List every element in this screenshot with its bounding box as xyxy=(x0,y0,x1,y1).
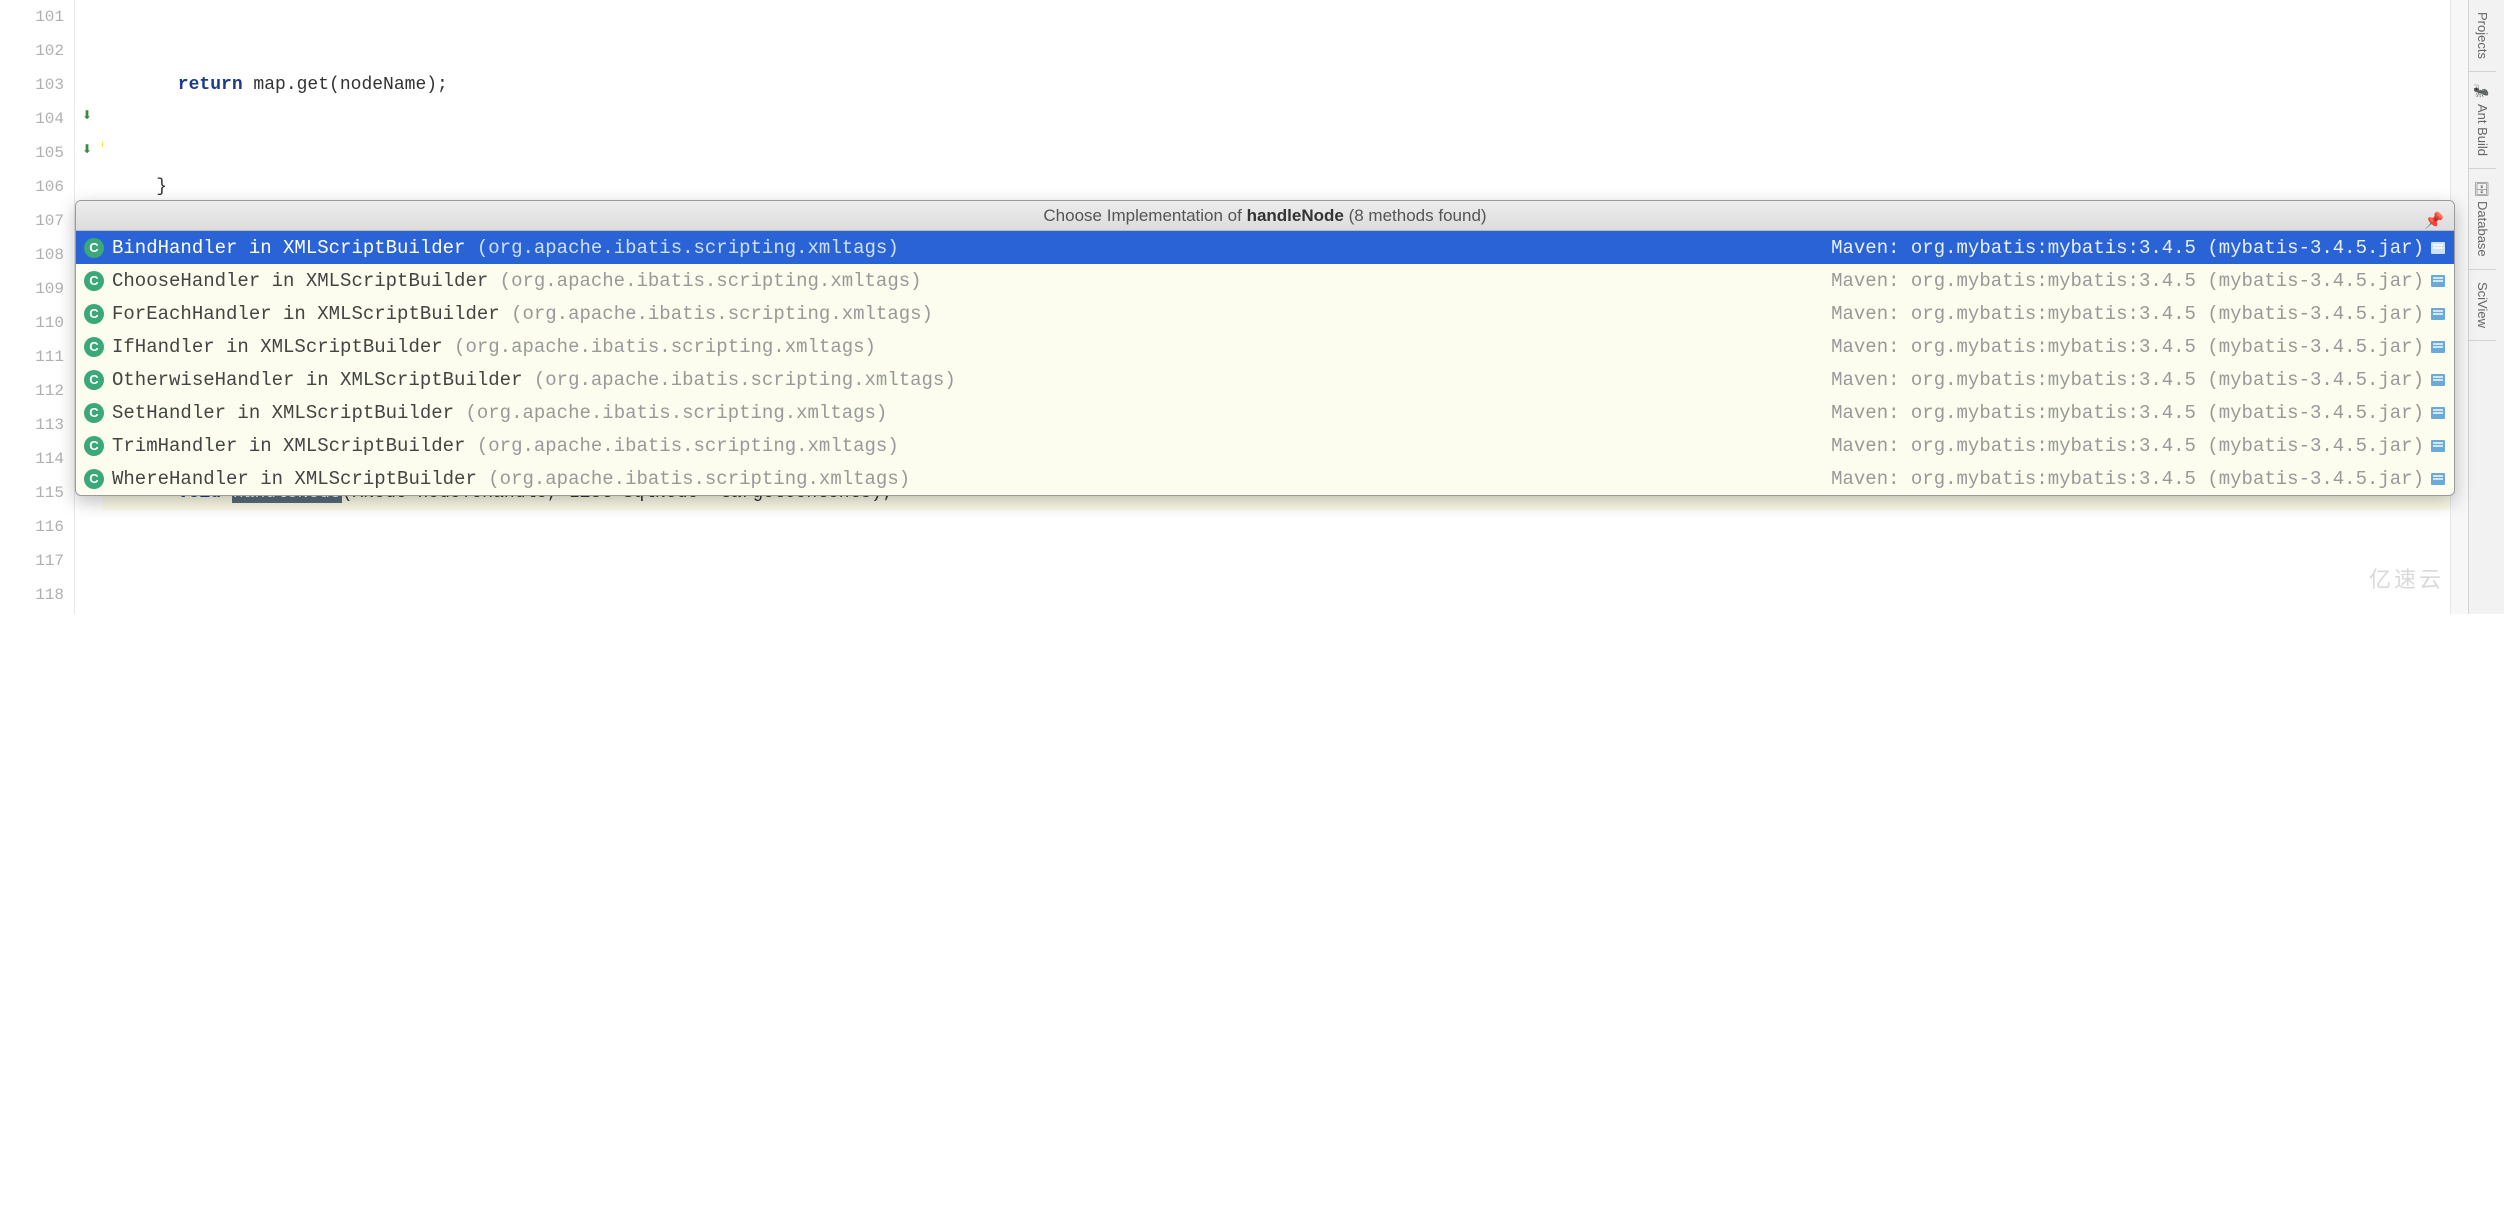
line-number: 115 xyxy=(0,476,64,510)
database-icon: 🗄 xyxy=(2475,181,2490,198)
line-number: 112 xyxy=(0,374,64,408)
tool-sciview[interactable]: SciView xyxy=(2469,270,2496,341)
implementation-package: (org.apache.ibatis.scripting.xmltags) xyxy=(465,435,898,457)
ant-icon: 🐜 xyxy=(2475,84,2490,100)
class-icon: C xyxy=(84,370,104,390)
implementation-source: Maven: org.mybatis:mybatis:3.4.5 (mybati… xyxy=(1831,468,2424,490)
line-number: 109 xyxy=(0,272,64,306)
library-icon xyxy=(2430,273,2446,289)
code-line xyxy=(103,884,2504,918)
library-icon xyxy=(2430,471,2446,487)
implementation-item[interactable]: C ChooseHandler in XMLScriptBuilder (org.… xyxy=(76,264,2454,297)
code-line xyxy=(103,1088,2504,1122)
line-number: 103 xyxy=(0,68,64,102)
library-icon xyxy=(2430,240,2446,256)
implementation-class-name: OtherwiseHandler in XMLScriptBuilder xyxy=(112,369,522,391)
implementation-package: (org.apache.ibatis.scripting.xmltags) xyxy=(465,237,898,259)
implementation-class-name: ChooseHandler in XMLScriptBuilder xyxy=(112,270,488,292)
implementation-item[interactable]: C TrimHandler in XMLScriptBuilder (org.ap… xyxy=(76,429,2454,462)
class-icon: C xyxy=(84,403,104,423)
implementation-package: (org.apache.ibatis.scripting.xmltags) xyxy=(477,468,910,490)
line-number: 111 xyxy=(0,340,64,374)
implementation-class-name: IfHandler in XMLScriptBuilder xyxy=(112,336,443,358)
code-line xyxy=(103,578,2504,612)
implementation-source: Maven: org.mybatis:mybatis:3.4.5 (mybati… xyxy=(1831,402,2424,424)
line-number: 116 xyxy=(0,510,64,544)
line-number: 113 xyxy=(0,408,64,442)
line-number: 105 xyxy=(0,136,64,170)
code-line xyxy=(103,986,2504,1020)
implementation-item[interactable]: C BindHandler in XMLScriptBuilder (org.ap… xyxy=(76,231,2454,264)
implementation-package: (org.apache.ibatis.scripting.xmltags) xyxy=(443,336,876,358)
code-line xyxy=(103,680,2504,714)
class-icon: C xyxy=(84,436,104,456)
line-number: 117 xyxy=(0,544,64,578)
watermark: 亿速云 xyxy=(2369,562,2444,594)
implementation-package: (org.apache.ibatis.scripting.xmltags) xyxy=(454,402,887,424)
implementation-source: Maven: org.mybatis:mybatis:3.4.5 (mybati… xyxy=(1831,435,2424,457)
library-icon xyxy=(2430,306,2446,322)
implementation-class-name: SetHandler in XMLScriptBuilder xyxy=(112,402,454,424)
line-number: 104 xyxy=(0,102,64,136)
library-icon xyxy=(2430,339,2446,355)
tool-projects[interactable]: Projects xyxy=(2469,0,2496,72)
line-number-gutter: 101 102 103 104 105 106 107 108 109 110 … xyxy=(0,0,75,614)
line-number: 110 xyxy=(0,306,64,340)
implementation-item[interactable]: C ForEachHandler in XMLScriptBuilder (org… xyxy=(76,297,2454,330)
class-icon: C xyxy=(84,304,104,324)
class-icon: C xyxy=(84,469,104,489)
tool-database[interactable]: 🗄Database xyxy=(2469,169,2496,270)
implementation-item[interactable]: C IfHandler in XMLScriptBuilder (org.apac… xyxy=(76,330,2454,363)
line-number: 114 xyxy=(0,442,64,476)
implementation-item[interactable]: C OtherwiseHandler in XMLScriptBuilder (o… xyxy=(76,363,2454,396)
library-icon xyxy=(2430,372,2446,388)
implementation-class-name: WhereHandler in XMLScriptBuilder xyxy=(112,468,477,490)
implementation-list: C BindHandler in XMLScriptBuilder (org.ap… xyxy=(76,231,2454,495)
line-number: 106 xyxy=(0,170,64,204)
implementation-item[interactable]: C SetHandler in XMLScriptBuilder (org.apa… xyxy=(76,396,2454,429)
class-icon: C xyxy=(84,337,104,357)
implementation-package: (org.apache.ibatis.scripting.xmltags) xyxy=(522,369,955,391)
choose-implementation-popup: Choose Implementation of handleNode (8 m… xyxy=(75,200,2455,496)
tool-ant-build[interactable]: 🐜Ant Build xyxy=(2469,72,2496,169)
implementation-item[interactable]: C WhereHandler in XMLScriptBuilder (org.a… xyxy=(76,462,2454,495)
implementing-method-icon[interactable]: ⬇ xyxy=(78,142,96,158)
code-line: } xyxy=(103,170,2504,204)
popup-title-prefix: Choose Implementation of xyxy=(1043,206,1246,225)
implementation-source: Maven: org.mybatis:mybatis:3.4.5 (mybati… xyxy=(1831,237,2424,259)
pin-icon[interactable]: 📌 xyxy=(2424,207,2444,237)
line-number: 108 xyxy=(0,238,64,272)
class-icon: C xyxy=(84,238,104,258)
implementation-class-name: ForEachHandler in XMLScriptBuilder xyxy=(112,303,500,325)
code-line xyxy=(103,782,2504,816)
implementation-package: (org.apache.ibatis.scripting.xmltags) xyxy=(488,270,921,292)
code-line xyxy=(103,1190,2504,1224)
implementation-class-name: BindHandler in XMLScriptBuilder xyxy=(112,237,465,259)
implementation-class-name: TrimHandler in XMLScriptBuilder xyxy=(112,435,465,457)
implementation-source: Maven: org.mybatis:mybatis:3.4.5 (mybati… xyxy=(1831,336,2424,358)
library-icon xyxy=(2430,438,2446,454)
class-icon: C xyxy=(84,271,104,291)
implementation-package: (org.apache.ibatis.scripting.xmltags) xyxy=(500,303,933,325)
line-number: 101 xyxy=(0,0,64,34)
right-tool-window-bar: Projects 🐜Ant Build 🗄Database SciView xyxy=(2468,0,2504,614)
implementation-source: Maven: org.mybatis:mybatis:3.4.5 (mybati… xyxy=(1831,270,2424,292)
popup-title-bar: Choose Implementation of handleNode (8 m… xyxy=(76,201,2454,231)
line-number: 107 xyxy=(0,204,64,238)
line-number: 118 xyxy=(0,578,64,612)
popup-title-method: handleNode xyxy=(1247,206,1344,225)
line-number: 102 xyxy=(0,34,64,68)
library-icon xyxy=(2430,405,2446,421)
code-line: return map.get(nodeName); xyxy=(103,68,2504,102)
implementation-source: Maven: org.mybatis:mybatis:3.4.5 (mybati… xyxy=(1831,303,2424,325)
popup-title-suffix: (8 methods found) xyxy=(1344,206,1487,225)
implementing-method-icon[interactable]: ⬇ xyxy=(78,108,96,124)
implementation-source: Maven: org.mybatis:mybatis:3.4.5 (mybati… xyxy=(1831,369,2424,391)
